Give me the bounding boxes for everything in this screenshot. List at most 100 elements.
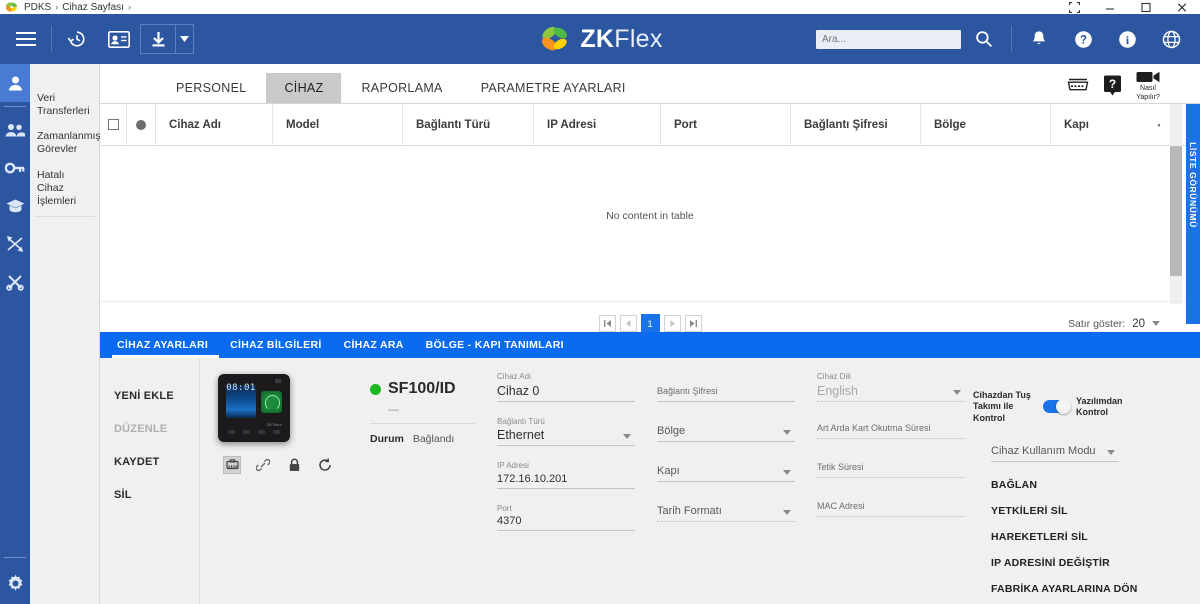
rows-per-page-value[interactable]: 20 (1132, 318, 1145, 330)
field-ip-adresi[interactable]: IP Adresi 172.16.10.201 (497, 461, 635, 489)
history-icon[interactable] (56, 20, 98, 58)
list-view-rail[interactable]: LİSTE GÖRÜNÜMÜ (1186, 104, 1200, 324)
lock-icon[interactable] (285, 456, 303, 474)
title-bar: PDKS › Cihaz Sayfası › (0, 0, 1200, 14)
panel-tab-cihaz-bilgileri[interactable]: CİHAZ BİLGİLERİ (219, 332, 332, 358)
chevron-down-icon[interactable] (623, 434, 631, 440)
restore-window-icon[interactable] (1056, 0, 1092, 14)
rail-item-settings[interactable] (0, 562, 30, 604)
column-header-bolge[interactable]: Bölge (921, 104, 1051, 145)
select-all-checkbox-cell[interactable] (100, 104, 127, 145)
column-header-model[interactable]: Model (273, 104, 403, 145)
help-icon[interactable]: ? (1062, 20, 1104, 58)
menu-icon[interactable] (5, 20, 47, 58)
link-yetkileri-sil[interactable]: YETKİLERİ SİL (991, 505, 1140, 517)
breadcrumb-item-1[interactable]: Cihaz Sayfası (62, 2, 124, 13)
id-card-icon[interactable] (98, 20, 140, 58)
chevron-down-icon[interactable] (783, 430, 791, 435)
rail-item-people[interactable] (0, 111, 30, 149)
field-port[interactable]: Port 4370 (497, 504, 635, 532)
tabs-help-icon[interactable]: ? (1103, 75, 1122, 96)
field-baglanti-sifresi[interactable]: Bağlantı Şifresi (657, 386, 795, 402)
field-cihaz-kullanim-modu[interactable]: Cihaz Kullanım Modu (991, 445, 1119, 462)
info-icon[interactable]: i (1106, 20, 1148, 58)
list-view-label[interactable]: LİSTE GÖRÜNÜMÜ (1188, 132, 1198, 238)
people-icon (5, 124, 25, 137)
refresh-icon[interactable] (316, 456, 334, 474)
pagination-next-button[interactable] (663, 315, 681, 332)
panel-tab-cihaz-ayarlari[interactable]: CİHAZ AYARLARI (112, 332, 220, 358)
rail-item-education[interactable] (0, 187, 30, 225)
chevron-down-icon[interactable] (783, 470, 791, 475)
tab-personel[interactable]: PERSONEL (158, 73, 264, 103)
field-baglanti-turu[interactable]: Bağlantı Türü Ethernet (497, 417, 635, 447)
action-kaydet[interactable]: KAYDET (114, 456, 199, 468)
column-header-port[interactable]: Port (661, 104, 791, 145)
link-ip-adresini-degistir[interactable]: IP ADRESİNİ DEĞİŞTİR (991, 557, 1140, 569)
action-sil[interactable]: SİL (114, 489, 199, 501)
table-scrollbar-thumb[interactable] (1170, 146, 1182, 276)
field-kapi[interactable]: Kapı (657, 465, 795, 482)
column-header-ip-adresi[interactable]: IP Adresi (534, 104, 661, 145)
toggle-label-right-line1: Yazılımdan (1076, 395, 1123, 406)
select-all-checkbox[interactable] (107, 119, 119, 130)
column-header-baglanti-turu[interactable]: Bağlantı Türü (403, 104, 534, 145)
rail-item-person[interactable] (0, 64, 30, 102)
pagination-page-1[interactable]: 1 (640, 314, 660, 333)
chevron-down-icon[interactable] (783, 510, 791, 515)
panel-tab-cihaz-ara[interactable]: CİHAZ ARA (333, 332, 415, 358)
globe-icon[interactable] (1150, 20, 1192, 58)
download-icon[interactable] (141, 24, 175, 54)
search-icon[interactable] (963, 20, 1005, 58)
control-mode-switch[interactable] (1043, 399, 1071, 415)
link-icon[interactable] (254, 456, 272, 474)
keyboard-icon[interactable] (1067, 78, 1089, 94)
search-input[interactable] (822, 33, 961, 45)
rail-item-transfer[interactable] (0, 225, 30, 263)
rail-item-key[interactable] (0, 149, 30, 187)
link-hareketleri-sil[interactable]: HAREKETLERİ SİL (991, 531, 1140, 543)
bell-icon[interactable] (1018, 20, 1060, 58)
link-baglan[interactable]: BAĞLAN (991, 479, 1140, 491)
chevron-down-icon[interactable] (1107, 449, 1115, 455)
sidebar-item-veri-transferleri[interactable]: Veri Transferleri (30, 86, 99, 124)
field-cihaz-adi[interactable]: Cihaz Adı Cihaz 0 (497, 372, 635, 402)
link-fabrika-ayarlarina-don[interactable]: FABRİKA AYARLARINA DÖN (991, 583, 1140, 595)
download-dropdown-arrow-icon[interactable] (175, 24, 193, 54)
action-yeni-ekle[interactable]: YENİ EKLE (114, 390, 199, 402)
rows-per-page-caret-icon[interactable] (1152, 321, 1160, 326)
field-value-cihaz-dili: English (817, 383, 858, 398)
more-columns-icon[interactable]: • (1151, 104, 1167, 145)
breadcrumb-item-0[interactable]: PDKS (24, 2, 51, 13)
column-header-kapi[interactable]: Kapı (1051, 104, 1151, 145)
tab-cihaz[interactable]: CİHAZ (266, 73, 342, 103)
pagination-first-button[interactable] (598, 315, 616, 332)
field-value-port[interactable]: 4370 (497, 515, 635, 530)
tab-raporlama[interactable]: RAPORLAMA (343, 73, 460, 103)
sidebar-item-hatali-cihaz-islemleri[interactable]: Hatalı Cihaz İşlemleri (30, 163, 99, 214)
sidebar-item-zamanlanmis-gorevler[interactable]: Zamanlanmış Görevler (30, 124, 101, 162)
field-value-ip-adresi[interactable]: 172.16.10.201 (497, 473, 635, 488)
how-to-button[interactable]: Nasıl Yapılır? (1136, 70, 1160, 101)
maximize-window-icon[interactable] (1128, 0, 1164, 14)
device-key (258, 429, 265, 434)
search-box[interactable] (816, 29, 961, 49)
breadcrumb: PDKS › Cihaz Sayfası › (24, 2, 131, 13)
column-header-cihaz-adi[interactable]: Cihaz Adı (156, 104, 273, 145)
minimize-window-icon[interactable] (1092, 0, 1128, 14)
ethernet-icon[interactable] (223, 456, 241, 474)
brand-logo: ZKFlex (537, 24, 662, 54)
field-tarih-formati[interactable]: Tarih Formatı (657, 505, 795, 522)
close-window-icon[interactable] (1164, 0, 1200, 14)
field-bolge[interactable]: Bölge (657, 425, 795, 442)
download-button-group[interactable] (140, 24, 194, 54)
rail-item-tools[interactable] (0, 263, 30, 301)
field-value-baglanti-turu[interactable]: Ethernet (497, 428, 635, 445)
tab-parametre-ayarlari[interactable]: PARAMETRE AYARLARI (463, 73, 644, 103)
table-vertical-scrollbar[interactable] (1170, 104, 1182, 304)
pagination-last-button[interactable] (684, 315, 702, 332)
pagination-prev-button[interactable] (619, 315, 637, 332)
column-header-baglanti-sifresi[interactable]: Bağlantı Şifresi (791, 104, 921, 145)
field-value-cihaz-adi[interactable]: Cihaz 0 (497, 384, 635, 401)
panel-tab-bolge-kapi-tanimlari[interactable]: BÖLGE - KAPI TANIMLARI (415, 332, 575, 358)
